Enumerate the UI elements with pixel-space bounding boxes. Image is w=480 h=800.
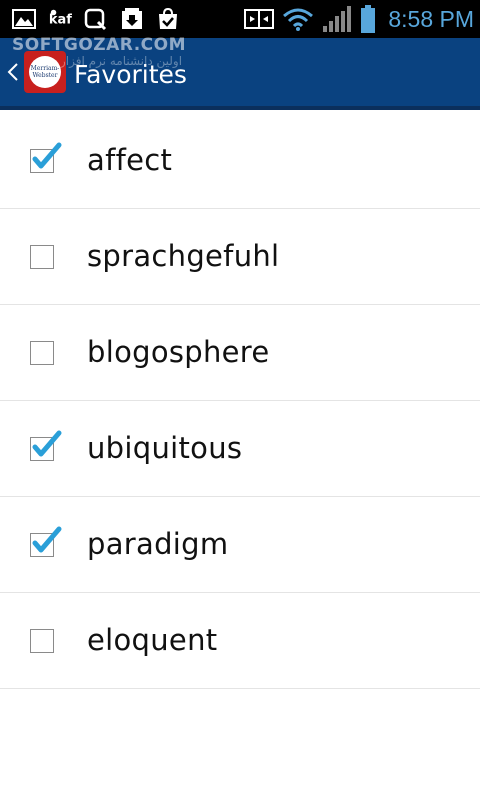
watermark-subtext: اولین دانشنامه نرم افزار — [60, 54, 183, 68]
gallery-icon — [12, 7, 36, 31]
system-icons: 8:58 PM — [244, 5, 474, 33]
list-item[interactable]: paradigm — [0, 497, 480, 593]
signal-icon — [322, 6, 352, 32]
logo-text-line2: Webster — [32, 72, 58, 79]
screen-share-icon — [244, 7, 275, 31]
list-item[interactable]: ubiquitous — [0, 401, 480, 497]
action-bar: SOFTGOZAR.COM اولین دانشنامه نرم افزار M… — [0, 35, 480, 110]
check-mark-icon — [32, 430, 62, 457]
favorite-checkbox[interactable] — [30, 526, 62, 557]
battery-icon — [360, 5, 376, 33]
favorite-word: blogosphere — [87, 335, 270, 369]
wifi-icon — [282, 7, 314, 31]
favorite-word: paradigm — [87, 527, 229, 561]
favorite-checkbox[interactable] — [30, 341, 54, 365]
favorite-checkbox[interactable] — [30, 245, 54, 269]
watermark: SOFTGOZAR.COM — [12, 35, 187, 55]
notification-icons: kaf — [12, 7, 180, 31]
favorite-checkbox[interactable] — [30, 142, 62, 173]
list-item[interactable]: affect — [0, 113, 480, 209]
favorite-word: eloquent — [87, 623, 218, 657]
search-app-icon — [84, 7, 108, 31]
store-check-icon — [156, 7, 180, 31]
back-arrow-icon[interactable] — [6, 60, 20, 84]
logo-seal: Merriam- Webster — [29, 56, 61, 88]
logo-text-line1: Merriam- — [30, 65, 60, 72]
favorite-word: sprachgefuhl — [87, 239, 280, 273]
favorite-word: ubiquitous — [87, 431, 243, 465]
status-bar: kaf 8:58 PM — [0, 0, 480, 38]
check-mark-icon — [32, 526, 62, 553]
favorite-word: affect — [87, 143, 173, 177]
check-mark-icon — [32, 142, 62, 169]
list-item[interactable]: blogosphere — [0, 305, 480, 401]
favorites-list: affect sprachgefuhl blogosphere ubiquitous p… — [0, 113, 480, 689]
downloads-icon — [120, 7, 144, 31]
clock: 8:58 PM — [388, 5, 474, 32]
media-player-icon: kaf — [48, 7, 72, 31]
favorite-checkbox[interactable] — [30, 629, 54, 653]
list-item[interactable]: sprachgefuhl — [0, 209, 480, 305]
list-item[interactable]: eloquent — [0, 593, 480, 689]
favorite-checkbox[interactable] — [30, 430, 62, 461]
